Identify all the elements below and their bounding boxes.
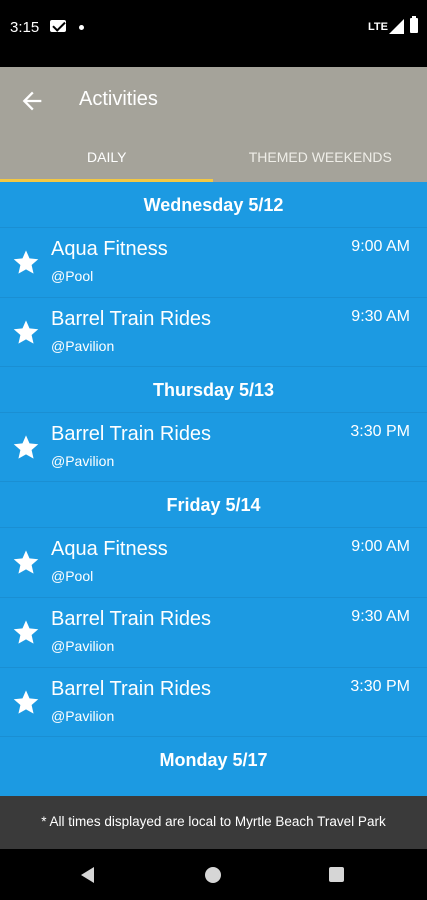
- activity-name: Aqua Fitness: [51, 238, 168, 260]
- list-item[interactable]: Barrel Train Rides @Pavilion 9:30 AM: [0, 297, 427, 367]
- nav-back-icon[interactable]: [81, 867, 94, 883]
- list-item[interactable]: Barrel Train Rides @Pavilion 9:30 AM: [0, 597, 427, 667]
- activity-time: 9:30 AM: [351, 608, 410, 625]
- star-icon[interactable]: [12, 618, 40, 646]
- app-bar: Activities DAILY THEMED WEEKENDS: [0, 67, 427, 182]
- page-title: Activities: [79, 88, 158, 110]
- tab-themed-weekends[interactable]: THEMED WEEKENDS: [214, 134, 427, 182]
- activity-name: Aqua Fitness: [51, 538, 168, 560]
- signal-icon: [389, 19, 404, 34]
- day-header: Monday 5/17: [159, 750, 268, 770]
- nav-home-icon[interactable]: [205, 867, 221, 883]
- activity-time: 3:30 PM: [350, 423, 410, 440]
- activity-time: 9:30 AM: [351, 308, 410, 325]
- activity-name: Barrel Train Rides: [51, 423, 212, 445]
- activity-time: 9:00 AM: [351, 238, 410, 255]
- activity-list[interactable]: Wednesday 5/12 Aqua Fitness @Pool 9:00 A…: [0, 182, 427, 796]
- activity-location: @Pool: [51, 568, 94, 584]
- star-icon[interactable]: [12, 433, 40, 461]
- list-item[interactable]: Aqua Fitness @Pool 9:00 AM: [0, 527, 427, 597]
- tab-bar: DAILY THEMED WEEKENDS: [0, 134, 427, 182]
- list-item[interactable]: Barrel Train Rides @Pavilion 3:30 PM: [0, 412, 427, 482]
- nav-recents-icon[interactable]: [329, 867, 344, 882]
- activity-name: Barrel Train Rides: [51, 678, 212, 700]
- battery-icon: [410, 16, 418, 33]
- list-item[interactable]: Barrel Train Rides @Pavilion 3:30 PM: [0, 667, 427, 737]
- activity-name: Barrel Train Rides: [51, 308, 212, 330]
- star-icon[interactable]: [12, 548, 40, 576]
- notification-dot-icon: [79, 25, 84, 30]
- activity-location: @Pavilion: [51, 453, 115, 469]
- day-header: Friday 5/14: [166, 495, 261, 515]
- activity-location: @Pavilion: [51, 708, 115, 724]
- timezone-note: * All times displayed are local to Myrtl…: [0, 796, 427, 849]
- activity-name: Barrel Train Rides: [51, 608, 212, 630]
- activity-location: @Pavilion: [51, 638, 115, 654]
- network-type: LTE: [368, 21, 388, 33]
- activity-location: @Pavilion: [51, 338, 115, 354]
- tab-daily[interactable]: DAILY: [0, 134, 214, 182]
- status-time: 3:15: [10, 19, 40, 36]
- activity-time: 3:30 PM: [350, 678, 410, 695]
- status-bar: 3:15 LTE: [0, 0, 427, 67]
- activity-location: @Pool: [51, 268, 94, 284]
- system-nav-bar: [0, 849, 427, 900]
- day-header: Wednesday 5/12: [143, 195, 284, 215]
- activity-time: 9:00 AM: [351, 538, 410, 555]
- star-icon[interactable]: [12, 318, 40, 346]
- star-icon[interactable]: [12, 688, 40, 716]
- arrow-left-icon[interactable]: [18, 87, 46, 115]
- day-header: Thursday 5/13: [152, 380, 275, 400]
- mail-notification-icon: [50, 20, 66, 32]
- list-item[interactable]: Aqua Fitness @Pool 9:00 AM: [0, 227, 427, 297]
- star-icon[interactable]: [12, 248, 40, 276]
